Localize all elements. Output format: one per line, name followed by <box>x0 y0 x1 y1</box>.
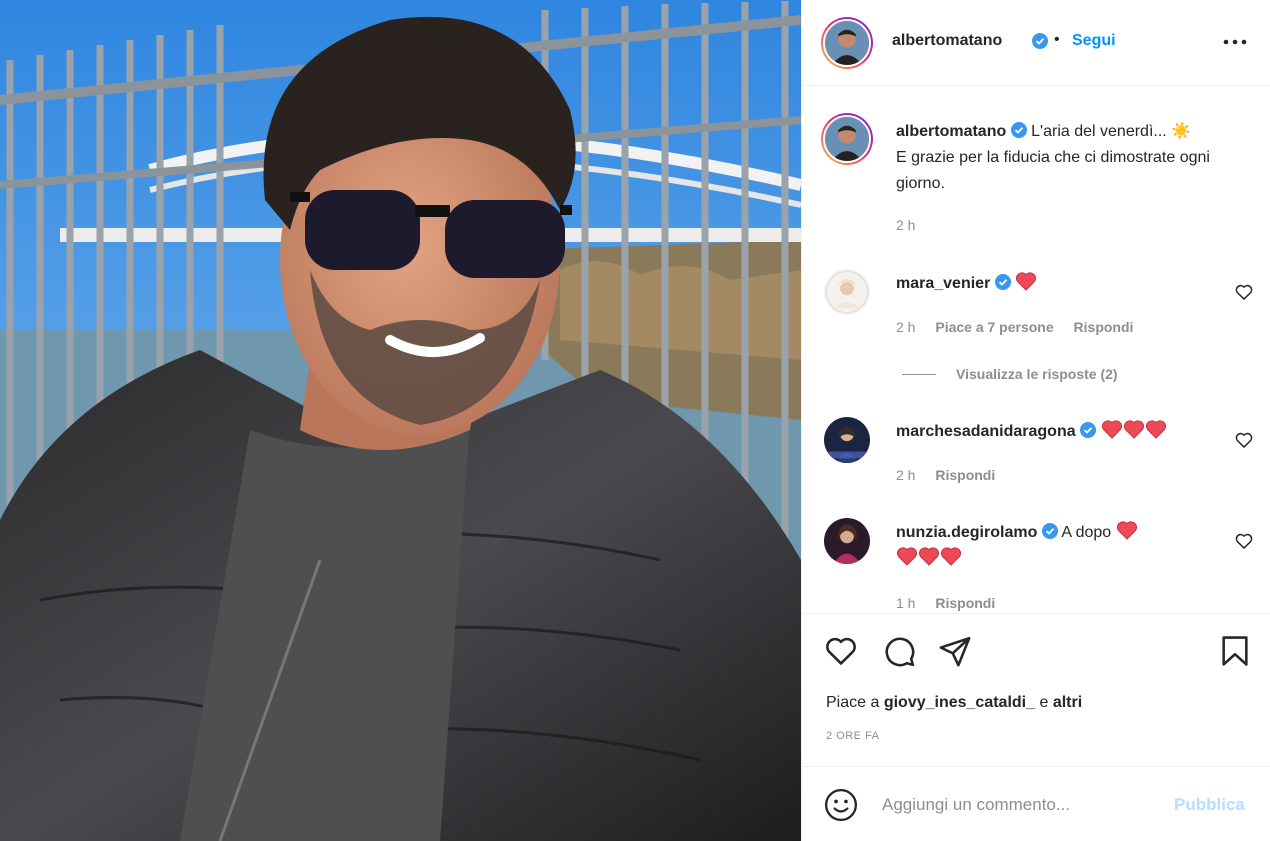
post-actions: Piace a giovy_ines_cataldi_ e altri 2 OR… <box>802 613 1270 765</box>
caption-line-2: E grazie per la fiducia che ci dimostrat… <box>896 149 1210 192</box>
follow-button[interactable]: Segui <box>1072 32 1116 50</box>
likes-others-link[interactable]: altri <box>1053 694 1082 711</box>
more-options-icon[interactable] <box>1222 32 1248 52</box>
comment-like-icon[interactable] <box>1234 531 1254 551</box>
comment-likes-count[interactable]: Piace a 7 persone <box>935 319 1053 335</box>
caption-username[interactable]: albertomatano <box>896 123 1006 140</box>
reply-button[interactable]: Rispondi <box>1074 319 1134 335</box>
red-heart-emoji-icon <box>896 547 918 566</box>
red-heart-emoji-icon <box>1145 420 1166 439</box>
comment-meta: 2 h Rispondi <box>896 467 1011 483</box>
author-avatar[interactable] <box>821 17 873 69</box>
view-replies-label: Visualizza le risposte (2) <box>956 366 1118 382</box>
verified-badge-icon <box>1010 122 1027 138</box>
instagram-post: albertomatano • Segui albertomatano L'ar… <box>0 0 1270 841</box>
heart-icon[interactable] <box>824 634 858 668</box>
comment-input[interactable] <box>882 791 1162 819</box>
red-heart-emoji-icon <box>940 547 962 566</box>
red-heart-emoji-icon <box>918 547 940 566</box>
likes-prefix: Piace a <box>826 694 880 711</box>
add-comment-bar: Pubblica <box>802 766 1270 841</box>
separator-dot: • <box>1054 31 1060 48</box>
bookmark-icon[interactable] <box>1218 634 1252 668</box>
caption-timestamp: 2 h <box>896 217 916 233</box>
verified-badge-icon <box>1032 33 1048 49</box>
likes-summary: Piace a giovy_ines_cataldi_ e altri <box>826 694 1082 712</box>
comment-body: A dopo <box>1061 524 1112 541</box>
caption-text: albertomatano L'aria del venerdì... ☀️ E… <box>896 119 1236 197</box>
commenter-avatar[interactable] <box>824 417 870 463</box>
comment-username[interactable]: marchesadanidaragona <box>896 423 1076 440</box>
emoji-icon[interactable] <box>824 788 858 822</box>
view-replies-button[interactable]: Visualizza le risposte (2) <box>902 366 1118 382</box>
comment-username[interactable]: nunzia.degirolamo <box>896 524 1037 541</box>
caption-line-1: L'aria del venerdì... ☀️ <box>1031 123 1192 140</box>
share-icon[interactable] <box>938 634 972 668</box>
verified-badge-icon <box>1080 422 1097 438</box>
commenter-avatar[interactable] <box>824 269 870 315</box>
reply-button[interactable]: Rispondi <box>935 595 995 611</box>
reply-button[interactable]: Rispondi <box>935 467 995 483</box>
author-username[interactable]: albertomatano <box>892 32 1002 50</box>
comments-list[interactable]: albertomatano L'aria del venerdì... ☀️ E… <box>802 87 1270 613</box>
red-heart-emoji-icon <box>1101 420 1122 439</box>
comment-username[interactable]: mara_venier <box>896 275 990 292</box>
comment-like-icon[interactable] <box>1234 430 1254 450</box>
post-photo[interactable] <box>0 0 801 841</box>
comment-icon[interactable] <box>882 634 916 668</box>
comment-time: 2 h <box>896 467 916 483</box>
comment-text: mara_venier <box>896 271 1226 297</box>
verified-badge-icon <box>994 274 1011 290</box>
post-details-panel: albertomatano • Segui albertomatano L'ar… <box>801 0 1270 841</box>
comment-text: marchesadanidaragona <box>896 419 1226 445</box>
caption-avatar[interactable] <box>821 113 873 165</box>
post-header: albertomatano • Segui <box>802 0 1270 86</box>
comment-text: nunzia.degirolamo A dopo <box>896 520 1226 572</box>
post-timestamp[interactable]: 2 ORE FA <box>826 730 880 742</box>
replies-divider <box>902 374 936 375</box>
verified-badge-icon <box>1041 523 1058 539</box>
comment-time: 2 h <box>896 319 916 335</box>
publish-button[interactable]: Pubblica <box>1174 795 1245 815</box>
comment-meta: 2 h Piace a 7 persone Rispondi <box>896 319 1149 335</box>
comment-time: 1 h <box>896 595 916 611</box>
photo-illustration <box>0 0 801 841</box>
likes-user-link[interactable]: giovy_ines_cataldi_ <box>884 694 1035 711</box>
red-heart-emoji-icon <box>1123 420 1144 439</box>
likes-middle: e <box>1039 694 1049 711</box>
comment-like-icon[interactable] <box>1234 282 1254 302</box>
comment-meta: 1 h Rispondi <box>896 595 1011 611</box>
commenter-avatar[interactable] <box>824 518 870 564</box>
red-heart-emoji-icon <box>1116 521 1137 540</box>
red-heart-emoji-icon <box>1016 272 1037 291</box>
